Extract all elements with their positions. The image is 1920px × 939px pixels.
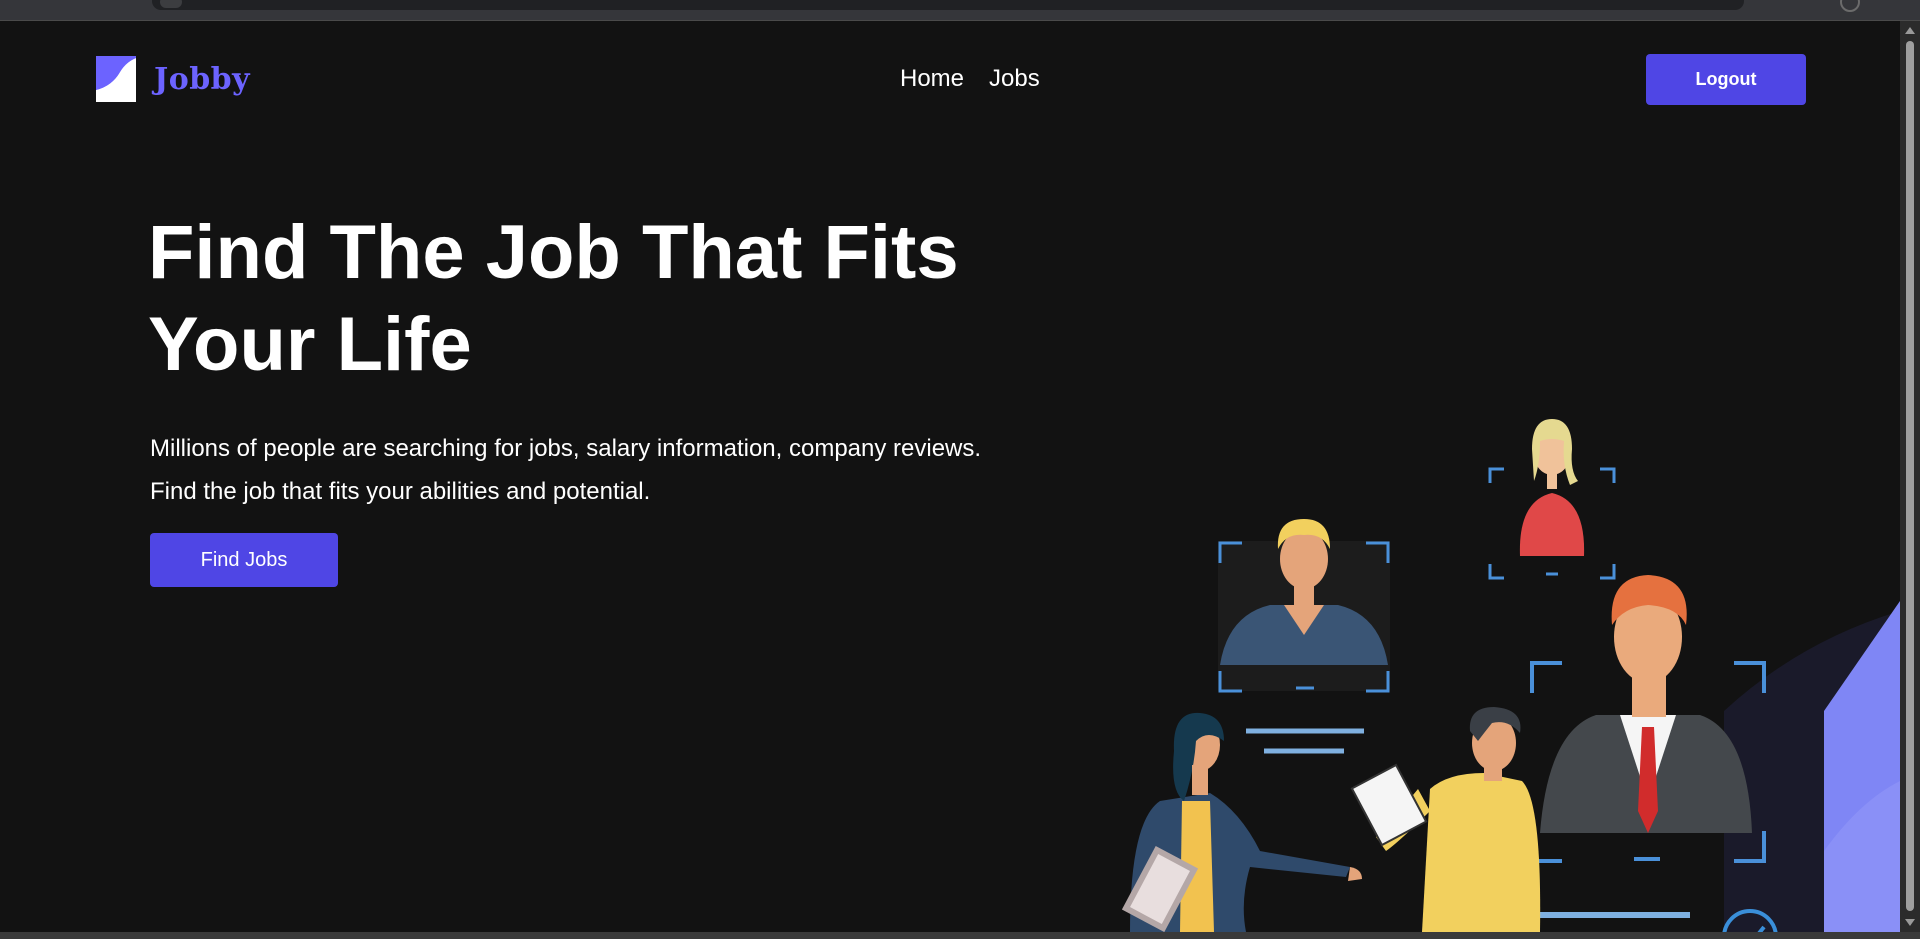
logout-button[interactable]: Logout: [1646, 54, 1806, 105]
man-with-paper: [1350, 707, 1541, 932]
logo-text: Jobby: [154, 61, 251, 97]
browser-bottom-bar: [0, 932, 1920, 939]
browser-toolbar: [0, 0, 1920, 21]
woman-with-clipboard: [1121, 712, 1362, 932]
people-illustration: [1121, 419, 1900, 932]
hero-title-line-1: Find The Job That Fits: [148, 210, 959, 295]
hero-description-line-2: Find the job that fits your abilities an…: [150, 478, 651, 505]
profile-frame-man: [1218, 519, 1390, 754]
logo-icon: [96, 56, 136, 102]
main-nav: Home Jobs: [900, 65, 1040, 93]
profile-frame-woman: [1488, 419, 1616, 580]
nav-jobs-link[interactable]: Jobs: [989, 65, 1040, 93]
scroll-up-arrow-icon[interactable]: [1905, 27, 1915, 34]
scroll-down-arrow-icon[interactable]: [1905, 919, 1915, 926]
hero-description: Millions of people are searching for job…: [150, 427, 1070, 513]
scrollbar-thumb[interactable]: [1906, 41, 1914, 911]
page-scrollbar[interactable]: [1900, 21, 1920, 932]
address-bar[interactable]: [152, 0, 1744, 10]
logo[interactable]: Jobby: [96, 56, 250, 102]
site-info-icon[interactable]: [160, 0, 182, 8]
browser-profile-icon[interactable]: [1840, 0, 1860, 12]
hero-title-line-2: Your Life: [148, 302, 472, 387]
nav-home-link[interactable]: Home: [900, 65, 964, 93]
hero-title: Find The Job That Fits Your Life: [148, 207, 1048, 391]
jobby-home-page: Jobby Home Jobs Logout Find The Job That…: [0, 21, 1900, 932]
find-jobs-button[interactable]: Find Jobs: [150, 533, 338, 587]
hero-description-line-1: Millions of people are searching for job…: [150, 435, 982, 462]
